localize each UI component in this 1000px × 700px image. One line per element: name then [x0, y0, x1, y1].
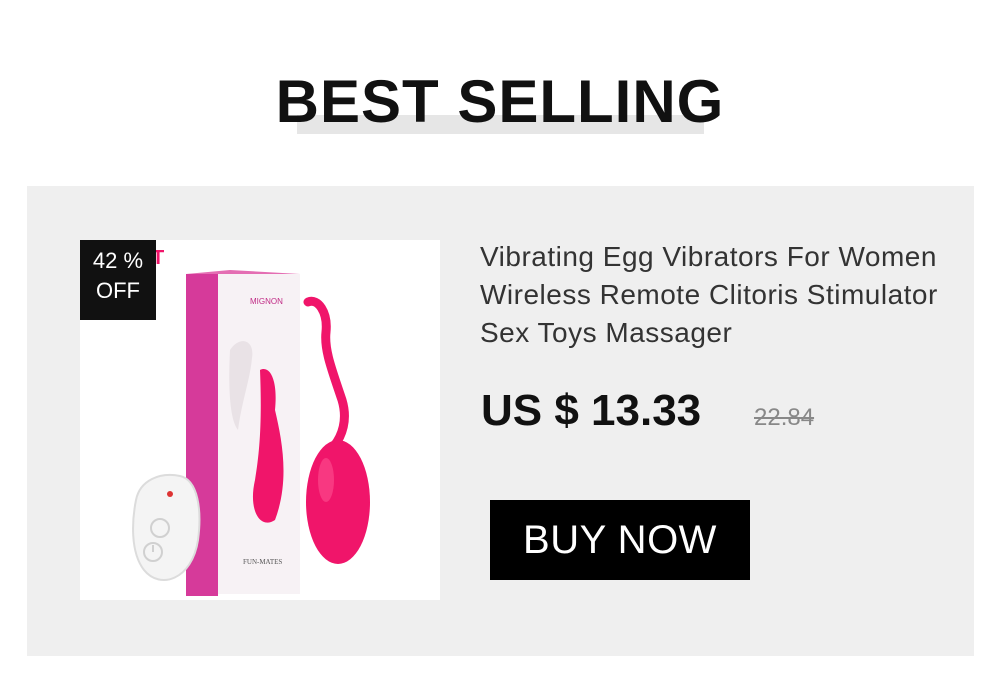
discount-off-label: OFF — [96, 278, 140, 303]
remote-indicator-light — [167, 491, 173, 497]
box-brand-text: MIGNON — [250, 297, 283, 306]
discount-percent: 42 % — [92, 248, 144, 273]
box-front — [218, 274, 300, 594]
egg-tail — [303, 296, 349, 451]
original-price: 22.84 — [754, 404, 815, 431]
current-price: US $ 13.33 — [481, 386, 702, 435]
discount-badge: 42 % OFF — [80, 240, 156, 320]
buy-now-button[interactable]: BUY NOW — [490, 500, 750, 580]
remote-control — [132, 474, 201, 581]
section-header: BEST SELLING — [0, 68, 1000, 136]
vibrator-egg — [306, 440, 370, 564]
section-title: BEST SELLING — [275, 68, 725, 135]
product-title[interactable]: Vibrating Egg Vibrators For Women Wirele… — [480, 238, 950, 352]
box-logo-text: FUN-MATES — [243, 558, 282, 566]
